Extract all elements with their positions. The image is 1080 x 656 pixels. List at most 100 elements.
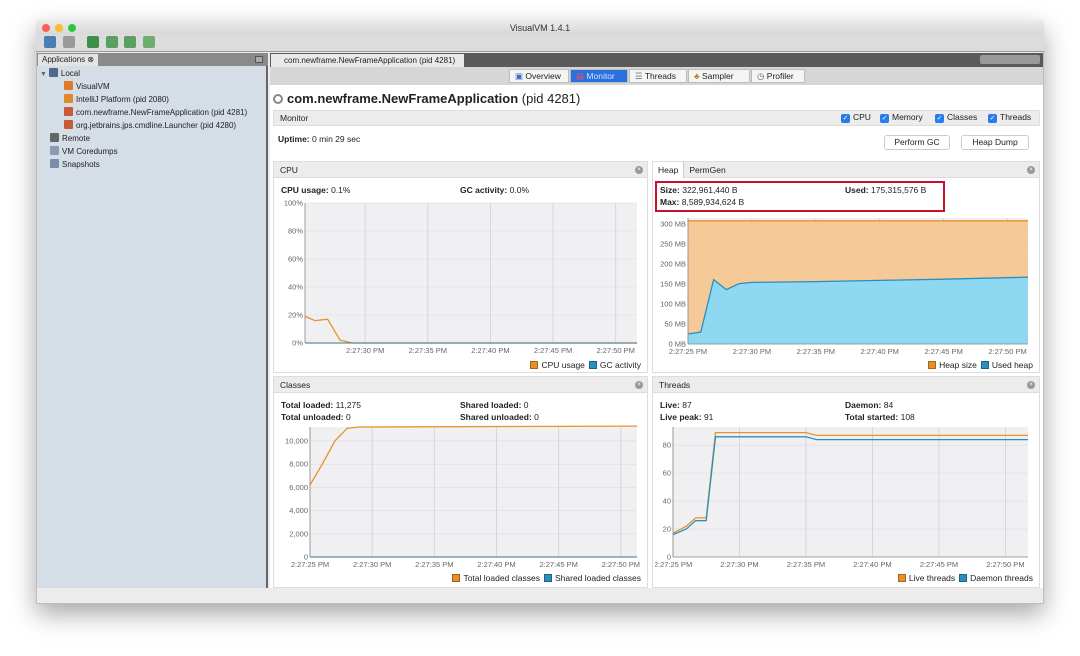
- java-icon: [64, 120, 73, 129]
- close-icon[interactable]: ⊗: [87, 55, 94, 64]
- applications-tab[interactable]: Applications ⊗: [38, 54, 98, 66]
- java-icon: [64, 107, 73, 116]
- legend-label: GC activity: [599, 360, 641, 370]
- add-coredump-icon[interactable]: [106, 36, 118, 48]
- threads-checkbox[interactable]: ✓ Threads: [988, 112, 1031, 123]
- tree-item-coredumps[interactable]: VM Coredumps: [50, 146, 118, 158]
- x-tick-label: 2:27:25 PM: [669, 347, 707, 356]
- close-icon[interactable]: ×: [1027, 166, 1035, 174]
- tree-item-local[interactable]: ▼ Local: [40, 68, 80, 81]
- tab-permgen[interactable]: PermGen: [684, 165, 725, 175]
- legend-label: Heap size: [939, 360, 977, 370]
- heap-size-stat: Size: 322,961,440 B: [660, 185, 738, 195]
- close-icon[interactable]: ×: [635, 166, 643, 174]
- stat-label: Shared loaded:: [460, 400, 522, 410]
- tab-overview[interactable]: ▣ Overview: [509, 69, 569, 83]
- x-tick-label: 2:27:25 PM: [655, 560, 692, 569]
- maximize-icon[interactable]: [255, 56, 263, 63]
- document-tab-label: com.newframe.NewFrameApplication (pid 42…: [284, 56, 456, 65]
- x-tick-label: 2:27:30 PM: [720, 560, 758, 569]
- threads-legend: Live threads Daemon threads: [894, 573, 1033, 583]
- tab-label: Threads: [644, 71, 677, 81]
- heap-dump-button[interactable]: Heap Dump: [961, 135, 1029, 150]
- legend-swatch: [928, 361, 937, 369]
- x-tick-label: 2:27:35 PM: [409, 346, 447, 355]
- tree-item-snapshots[interactable]: Snapshots: [50, 159, 100, 171]
- y-tick-label: 2,000: [289, 529, 308, 538]
- stat-label: CPU usage:: [281, 185, 329, 195]
- stat-label: Daemon:: [845, 400, 882, 410]
- checkbox-label: CPU: [853, 112, 871, 122]
- tab-monitor[interactable]: ▤ Monitor: [570, 69, 628, 83]
- cpu-legend: CPU usage GC activity: [526, 360, 641, 370]
- cpu-chart: 0% 20% 40% 60% 80% 100% 2:27:30 PM 2:27:35 PM 2:…: [284, 199, 637, 355]
- close-icon[interactable]: ×: [635, 381, 643, 389]
- minimize-window-button[interactable]: [55, 24, 63, 32]
- open-icon[interactable]: [44, 36, 56, 48]
- add-jmx-icon[interactable]: [87, 36, 99, 48]
- snapshot-icon[interactable]: [143, 36, 155, 48]
- tree-label: Remote: [62, 134, 91, 143]
- expand-arrow-icon[interactable]: ▼: [40, 71, 49, 78]
- checkbox-label: Threads: [1000, 112, 1032, 122]
- checkmark-icon: ✓: [988, 114, 997, 123]
- profiler-icon: ◷: [757, 71, 767, 81]
- tree-item-launcher[interactable]: org.jetbrains.jps.cmdline.Launcher (pid …: [64, 120, 236, 132]
- panel-title: Classes: [280, 380, 311, 390]
- plot-area: [310, 427, 637, 557]
- stat-value: 0.1%: [331, 185, 351, 195]
- checkmark-icon: ✓: [880, 114, 889, 123]
- snapshot-icon: [50, 159, 59, 168]
- legend-swatch: [959, 574, 968, 582]
- add-remote-icon[interactable]: [124, 36, 136, 48]
- tab-sampler[interactable]: ♣ Sampler: [688, 69, 750, 83]
- cpu-checkbox[interactable]: ✓ CPU: [841, 112, 871, 123]
- x-tick-label: 2:27:45 PM: [534, 346, 572, 355]
- x-tick-label: 2:27:25 PM: [291, 560, 329, 569]
- close-window-button[interactable]: [42, 24, 50, 32]
- x-tick-label: 2:27:50 PM: [602, 560, 640, 569]
- checkbox-label: Memory: [892, 112, 923, 122]
- classes-checkbox[interactable]: ✓ Classes: [935, 112, 977, 123]
- y-tick-label: 60%: [288, 255, 303, 264]
- tree-item-intellij[interactable]: IntelliJ Platform (pid 2080): [64, 94, 169, 106]
- legend-swatch: [897, 574, 906, 582]
- legend-swatch: [980, 361, 989, 369]
- tree-item-newframe[interactable]: com.newframe.NewFrameApplication (pid 42…: [64, 107, 247, 119]
- save-icon[interactable]: [63, 36, 75, 48]
- y-tick-label: 60: [663, 469, 671, 478]
- classes-chart: 02,0004,0006,0008,00010,0002:27:25 PM 2:2…: [285, 425, 640, 569]
- memory-panel-header: Heap PermGen: [653, 162, 1039, 178]
- heap-chart: 0 MB50 MB100 MB150 MB200 MB250 MB300 MB2…: [660, 218, 1029, 356]
- x-tick-label: 2:27:30 PM: [353, 560, 391, 569]
- threads-chart: 0204060802:27:25 PM 2:27:30 PM 2:27:35 PM 2…: [655, 427, 1028, 569]
- x-tick-label: 2:27:40 PM: [861, 347, 899, 356]
- tree-item-remote[interactable]: Remote: [50, 133, 90, 145]
- used-heap-area: [688, 277, 1028, 344]
- checkmark-icon: ✓: [935, 114, 944, 123]
- x-tick-label: 2:27:40 PM: [853, 560, 891, 569]
- uptime-value: 0 min 29 sec: [312, 134, 361, 144]
- document-tab[interactable]: com.newframe.NewFrameApplication (pid 42…: [271, 54, 464, 78]
- loading-icon: [273, 94, 283, 104]
- close-icon[interactable]: ×: [1027, 381, 1035, 389]
- tab-profiler[interactable]: ◷ Profiler: [751, 69, 805, 83]
- gc-activity-stat: GC activity: 0.0%: [460, 185, 529, 195]
- x-tick-label: 2:27:45 PM: [924, 347, 962, 356]
- panel-title: CPU: [280, 165, 298, 175]
- memory-checkbox[interactable]: ✓ Memory: [880, 112, 923, 123]
- y-tick-label: 300 MB: [660, 220, 686, 229]
- perform-gc-button[interactable]: Perform GC: [884, 135, 950, 150]
- tab-heap[interactable]: Heap: [653, 162, 685, 178]
- intellij-icon: [64, 94, 73, 103]
- zoom-window-button[interactable]: [68, 24, 76, 32]
- tree-item-visualvm[interactable]: VisualVM: [64, 81, 110, 93]
- y-tick-label: 4,000: [289, 506, 308, 515]
- y-tick-label: 200 MB: [660, 260, 686, 269]
- stat-label: Used:: [845, 185, 869, 195]
- uptime: Uptime: 0 min 29 sec: [278, 134, 360, 144]
- title-bar: VisualVM 1.4.1: [36, 20, 1044, 34]
- tab-navigation-controls[interactable]: [980, 55, 1040, 64]
- tree-label: IntelliJ Platform (pid 2080): [76, 95, 169, 104]
- tab-threads[interactable]: ☰ Threads: [629, 69, 687, 83]
